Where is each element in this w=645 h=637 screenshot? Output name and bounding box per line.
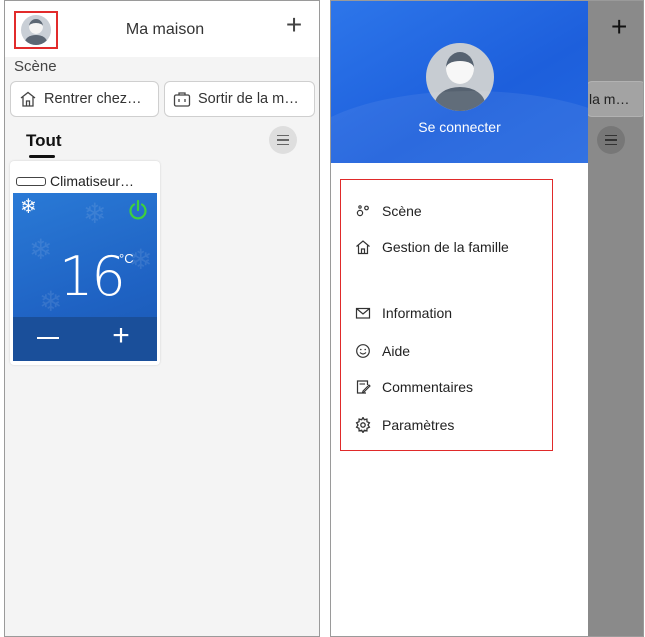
drawer-item-help[interactable]: Aide — [355, 340, 410, 362]
scene-chip-leave-home[interactable]: Sortir de la m… — [164, 81, 315, 117]
scene-chip-label: Sortir de la m… — [198, 91, 299, 107]
hamburger-icon[interactable] — [269, 126, 297, 154]
device-header: Climatiseur… — [10, 171, 160, 191]
smiley-icon — [356, 344, 370, 358]
home-icon — [356, 240, 370, 255]
login-link[interactable]: Se connecter — [331, 119, 588, 135]
home-icon — [20, 91, 36, 107]
suitcase-icon — [173, 92, 191, 107]
home-screen: Ma maison + Scène Rentrer chez… Sortir d… — [4, 0, 320, 637]
temperature-unit: °C — [119, 251, 134, 266]
power-icon[interactable] — [127, 199, 149, 221]
user-avatar-icon — [21, 15, 51, 45]
scene-chip-label: Rentrer chez… — [44, 91, 142, 107]
gear-icon — [355, 417, 371, 433]
snowflake-icon: ❄ — [20, 196, 37, 218]
plus-icon[interactable]: + — [109, 321, 133, 351]
edit-note-icon — [356, 380, 371, 394]
drawer-header: Se connecter — [331, 1, 588, 163]
air-conditioner-icon — [16, 176, 46, 186]
drawer-item-scene[interactable]: Scène — [355, 200, 422, 222]
home-screen-with-drawer: + la m… Se connecter Scène Gestion de la… — [330, 0, 644, 637]
drawer-item-settings[interactable]: Paramètres — [355, 414, 454, 436]
drawer-item-label: Information — [382, 305, 453, 321]
top-bar: Ma maison + — [5, 1, 319, 57]
drawer-item-label: Gestion de la famille — [382, 239, 509, 255]
ac-control-bar: + — [13, 317, 157, 361]
decorative-snowflake-icon: ❄ — [29, 234, 53, 265]
drawer-item-label: Scène — [382, 203, 422, 219]
add-plus-icon[interactable]: + — [281, 11, 307, 39]
drawer-item-label: Commentaires — [382, 379, 474, 395]
drawer-item-label: Paramètres — [382, 417, 455, 433]
drawer-menu: Scène Gestion de la famille Information … — [340, 179, 553, 451]
ac-control-panel: ❄ ❄ ❄ ❄ ❄ 16 °C + — [13, 193, 157, 361]
background-hamburger-icon — [597, 126, 625, 154]
tab-all[interactable]: Tout — [26, 131, 62, 151]
device-name: Climatiseur… — [50, 173, 135, 189]
background-scene-chip: la m… — [586, 81, 643, 117]
home-title: Ma maison — [125, 21, 205, 38]
background-plus-icon: + — [611, 11, 628, 42]
background-chip-label: la m… — [589, 91, 630, 107]
scene-dots-icon — [356, 205, 369, 217]
user-avatar-icon[interactable] — [426, 43, 494, 111]
user-avatar-button[interactable] — [14, 11, 58, 49]
temperature-value: 16 — [59, 245, 126, 308]
mail-icon — [355, 307, 371, 319]
tab-active-indicator — [29, 155, 55, 158]
device-card-air-conditioner[interactable]: Climatiseur… ❄ ❄ ❄ ❄ ❄ 16 °C + — [10, 161, 160, 365]
drawer-item-label: Aide — [382, 343, 411, 359]
decorative-snowflake-icon: ❄ — [83, 198, 107, 229]
minus-icon[interactable] — [37, 337, 59, 339]
scene-section-label: Scène — [14, 58, 57, 75]
scene-chip-come-home[interactable]: Rentrer chez… — [10, 81, 159, 117]
drawer-item-information[interactable]: Information — [355, 302, 452, 324]
drawer-item-family[interactable]: Gestion de la famille — [355, 236, 509, 258]
drawer-item-feedback[interactable]: Commentaires — [355, 376, 473, 398]
side-drawer: Se connecter Scène Gestion de la famille… — [331, 1, 588, 636]
